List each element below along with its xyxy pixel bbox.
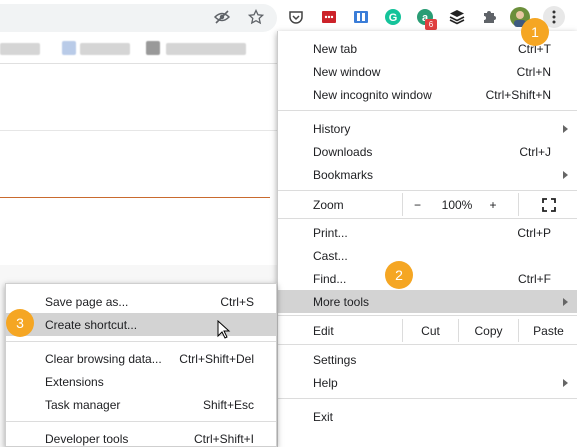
menu-item-shortcut: Ctrl+N	[516, 64, 551, 79]
address-bar[interactable]	[0, 4, 277, 32]
grammarly-icon[interactable]: G	[384, 8, 402, 26]
menu-item-cast[interactable]: Cast...	[278, 244, 577, 267]
callout-badge-1: 1	[521, 18, 549, 46]
page-accent-line	[0, 197, 270, 198]
bookmark-item[interactable]	[166, 43, 246, 55]
menu-item-exit[interactable]: Exit	[278, 405, 577, 428]
menu-item-label: Clear browsing data...	[45, 351, 162, 366]
bookmark-ext-icon[interactable]	[352, 8, 370, 26]
menu-item-help[interactable]: Help	[278, 371, 577, 394]
submenu-arrow-icon	[563, 170, 568, 179]
menu-item-label: Cast...	[313, 248, 348, 263]
page-divider	[0, 130, 277, 131]
extension-badge: 6	[425, 19, 437, 30]
buffer-icon[interactable]	[448, 8, 466, 26]
edit-label: Edit	[313, 324, 334, 338]
svg-text:G: G	[389, 12, 398, 24]
menu-item-label: Find...	[313, 271, 347, 286]
menu-item-shortcut: Ctrl+Shift+N	[485, 87, 551, 102]
puzzle-icon[interactable]	[480, 8, 498, 26]
menu-item-label: Save page as...	[45, 294, 129, 309]
zoom-row: Zoom − 100% +	[278, 193, 577, 216]
menu-item-shortcut: Ctrl+S	[220, 294, 254, 309]
menu-item-label: Help	[313, 375, 338, 390]
menu-separator	[278, 218, 577, 219]
zoom-out-button[interactable]: −	[402, 193, 432, 216]
bookmarks-bar	[0, 34, 277, 64]
menu-item-more-tools[interactable]: More tools	[278, 290, 577, 313]
star-icon[interactable]	[247, 8, 265, 26]
menu-separator	[278, 344, 577, 345]
zoom-level: 100%	[441, 197, 473, 212]
menu-item-bookmarks[interactable]: Bookmarks	[278, 163, 577, 186]
bookmark-item[interactable]	[80, 43, 130, 55]
bookmark-icon	[62, 41, 76, 55]
menu-item-shortcut: Ctrl+J	[519, 144, 551, 159]
menu-item-label: Create shortcut...	[45, 317, 138, 332]
menu-item-label: New incognito window	[313, 87, 432, 102]
menu-item-shortcut: Ctrl+Shift+Del	[179, 351, 254, 366]
more-tools-submenu: Save page as... Ctrl+S Create shortcut..…	[5, 283, 277, 447]
lastpass-icon[interactable]	[320, 8, 338, 26]
menu-item-label: Bookmarks	[313, 167, 374, 182]
submenu-item-save-page[interactable]: Save page as... Ctrl+S	[6, 290, 276, 313]
menu-item-label: More tools	[313, 294, 370, 309]
eye-off-icon[interactable]	[213, 8, 231, 26]
menu-item-label: Settings	[313, 352, 357, 367]
menu-item-shortcut: Ctrl+P	[517, 225, 551, 240]
browser-toolbar: G a 6	[0, 0, 577, 34]
submenu-arrow-icon	[563, 124, 568, 133]
copy-button[interactable]: Copy	[458, 319, 518, 342]
mouse-cursor-icon	[217, 319, 231, 340]
fullscreen-icon	[541, 197, 556, 212]
chrome-main-menu: New tab Ctrl+T New window Ctrl+N New inc…	[277, 31, 577, 447]
edit-row: Edit Cut Copy Paste	[278, 319, 577, 342]
submenu-item-create-shortcut[interactable]: Create shortcut...	[6, 313, 276, 336]
menu-separator	[6, 421, 276, 422]
menu-item-find[interactable]: Find... Ctrl+F	[278, 267, 577, 290]
menu-item-label: Downloads	[313, 144, 373, 159]
callout-badge-3: 3	[6, 309, 34, 337]
submenu-item-developer-tools[interactable]: Developer tools Ctrl+Shift+I	[6, 427, 276, 447]
menu-item-downloads[interactable]: Downloads Ctrl+J	[278, 140, 577, 163]
menu-separator	[278, 398, 577, 399]
menu-item-shortcut: Ctrl+F	[518, 271, 551, 286]
menu-separator	[278, 190, 577, 191]
menu-separator	[278, 315, 577, 316]
menu-item-history[interactable]: History	[278, 117, 577, 140]
bookmark-icon	[146, 41, 160, 55]
menu-item-label: New window	[313, 64, 381, 79]
menu-separator	[6, 341, 276, 342]
submenu-item-extensions[interactable]: Extensions	[6, 370, 276, 393]
pocket-icon[interactable]	[287, 8, 305, 26]
zoom-in-button[interactable]: +	[482, 193, 504, 216]
menu-item-label: Developer tools	[45, 431, 129, 446]
zoom-label: Zoom	[313, 198, 344, 212]
menu-separator	[278, 110, 577, 111]
paste-button[interactable]: Paste	[518, 319, 577, 342]
menu-item-shortcut: Shift+Esc	[202, 397, 254, 412]
submenu-arrow-icon	[563, 378, 568, 387]
cut-button[interactable]: Cut	[402, 319, 458, 342]
menu-item-shortcut: Ctrl+Shift+I	[193, 431, 254, 446]
submenu-item-clear-browsing-data[interactable]: Clear browsing data... Ctrl+Shift+Del	[6, 347, 276, 370]
menu-item-print[interactable]: Print... Ctrl+P	[278, 221, 577, 244]
menu-item-label: Print...	[313, 225, 348, 240]
fullscreen-button[interactable]	[518, 193, 577, 216]
menu-item-settings[interactable]: Settings	[278, 348, 577, 371]
menu-item-new-window[interactable]: New window Ctrl+N	[278, 60, 577, 83]
menu-item-label: New tab	[313, 41, 358, 56]
menu-item-label: Exit	[313, 409, 334, 424]
menu-item-new-incognito[interactable]: New incognito window Ctrl+Shift+N	[278, 83, 577, 106]
submenu-arrow-icon	[563, 297, 568, 306]
menu-item-label: Task manager	[45, 397, 121, 412]
submenu-item-task-manager[interactable]: Task manager Shift+Esc	[6, 393, 276, 416]
callout-badge-2: 2	[385, 261, 413, 289]
menu-item-label: Extensions	[45, 374, 104, 389]
bookmark-item[interactable]	[0, 43, 40, 55]
menu-item-label: History	[313, 121, 351, 136]
